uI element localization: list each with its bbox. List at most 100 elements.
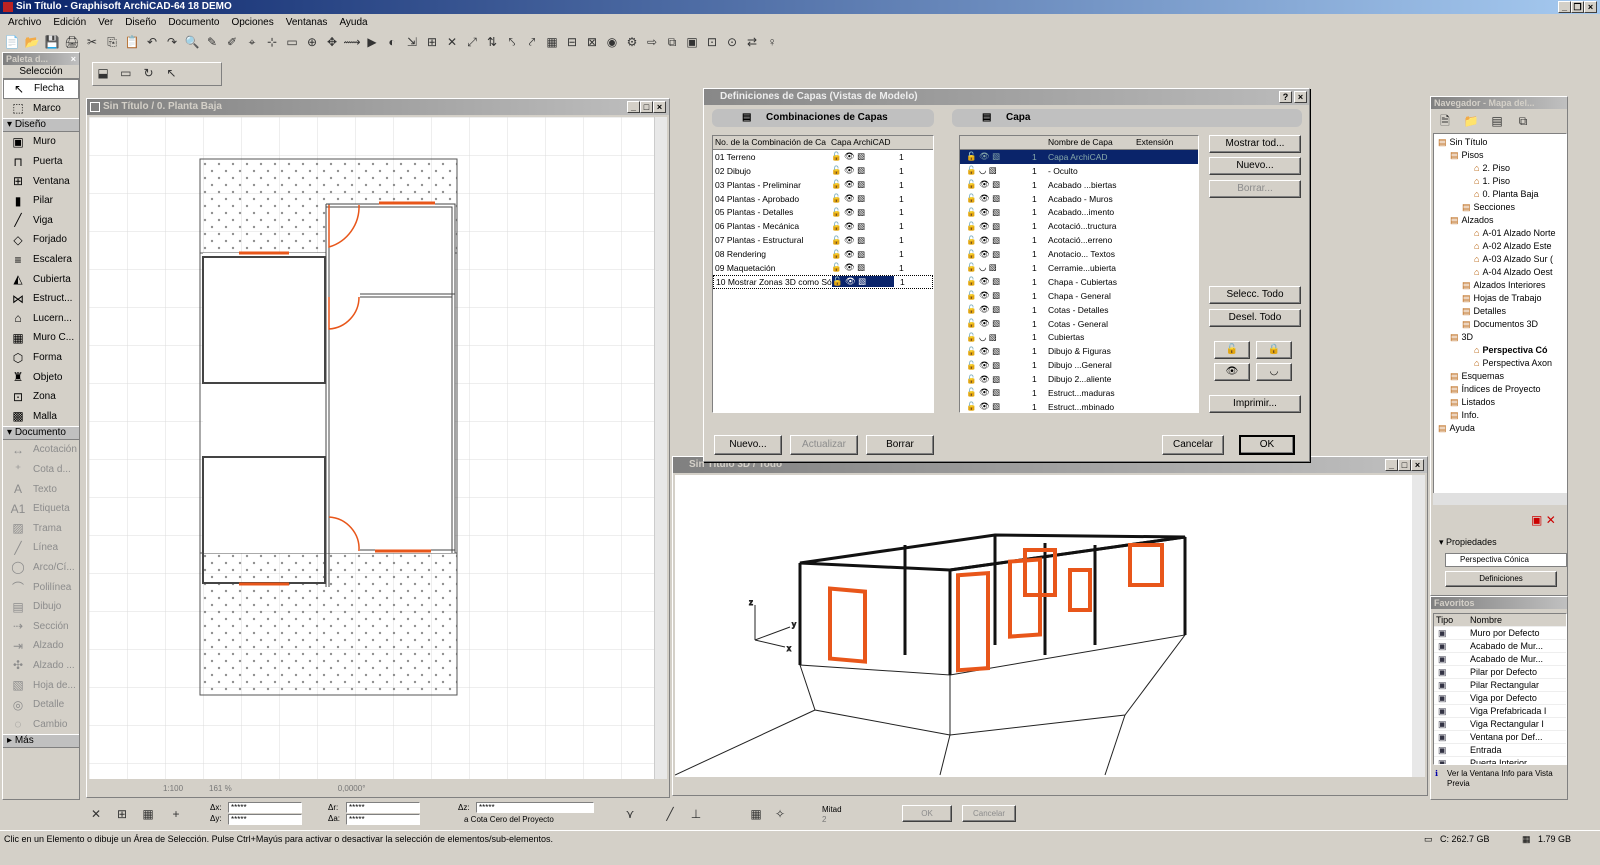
delta-y-field[interactable]: ***** [228, 814, 302, 825]
view3d-close-icon[interactable]: × [1411, 459, 1424, 471]
mitad-value[interactable]: 2 [822, 815, 826, 824]
layer-row[interactable]: 🔓 👁 ▧ 1 Acabado...imento [960, 205, 1198, 219]
lock-open-icon[interactable]: 🔓 [1214, 341, 1250, 359]
pointer-icon[interactable]: ↖ [162, 64, 180, 82]
toolbar-tool-icon-29[interactable]: ⊠ [583, 33, 601, 51]
layer-borrar-button[interactable]: Borrar... [1209, 180, 1301, 198]
toolbar-tool-icon-18[interactable]: ▶ [363, 33, 381, 51]
toolbar-tool-icon-28[interactable]: ⊟ [563, 33, 581, 51]
tool-zona[interactable]: ⊡ Zona [3, 387, 79, 407]
mas-header[interactable]: ▸ Más [3, 734, 79, 748]
toolbar-tool-icon-31[interactable]: ⚙ [623, 33, 641, 51]
toolbar-tool-icon-24[interactable]: ⇅ [483, 33, 501, 51]
special-snap-icon[interactable]: ✧ [771, 805, 789, 823]
layer-row[interactable]: 🔓 👁 ▧ 1 Chapa - General [960, 289, 1198, 303]
favorite-item[interactable]: ▣ Viga por Defecto [1434, 692, 1566, 705]
perpendicular-icon[interactable]: ⊥ [687, 805, 705, 823]
combos-col-name[interactable]: No. de la Combinación de Ca [713, 137, 831, 147]
toolbar-tool-icon-6[interactable]: 📋 [123, 33, 141, 51]
layer-row[interactable]: 🔓 ◡ ▧ 1 Cubiertas [960, 330, 1198, 344]
tree-item[interactable]: ⌂ Perspectiva Axon [1434, 357, 1566, 370]
layer-row[interactable]: 🔓 👁 ▧ 1 Anotacio... Textos [960, 247, 1198, 261]
view3d-canvas[interactable]: z y x [675, 475, 1413, 777]
layers-col-ext[interactable]: Extensión [1136, 137, 1173, 147]
layer-row[interactable]: 🔓 👁 ▧ 1 Acotació...tructura [960, 219, 1198, 233]
tree-item[interactable]: ⌂ A-03 Alzado Sur ( [1434, 253, 1566, 266]
tree-item[interactable]: ⌂ A-04 Alzado Oest [1434, 266, 1566, 279]
tool-detalle[interactable]: ◎ Detalle [3, 695, 79, 715]
combo-row[interactable]: 09 Maquetación 🔓 👁 ▧ 1 [713, 261, 933, 275]
favorite-item[interactable]: ▣ Acabado de Mur... [1434, 640, 1566, 653]
select-all-button[interactable]: Selecc. Todo [1209, 286, 1301, 304]
fav-col-tipo[interactable]: Tipo [1434, 615, 1470, 625]
combo-row[interactable]: 02 Dibujo 🔓 👁 ▧ 1 [713, 164, 933, 178]
menu-documento[interactable]: Documento [162, 15, 225, 31]
delta-x-field[interactable]: ***** [228, 802, 302, 813]
tree-item[interactable]: ▤ Alzados Interiores [1434, 279, 1566, 292]
toolbar-tool-icon-12[interactable]: ⌖ [243, 33, 261, 51]
delta-a-field[interactable]: ***** [346, 814, 420, 825]
new-view-icon[interactable]: ▣ [1531, 513, 1542, 527]
tool-estruct[interactable]: ⋈ Estruct... [3, 289, 79, 309]
favorite-item[interactable]: ▣ Viga Prefabricada I [1434, 705, 1566, 718]
toolbar-tool-icon-9[interactable]: 🔍 [183, 33, 201, 51]
plan-scale[interactable]: 1:100 [163, 784, 183, 793]
combos-col-layer[interactable]: Capa ArchiCAD [831, 137, 891, 147]
toolbar-tool-icon-32[interactable]: ⇨ [643, 33, 661, 51]
toolbar-tool-icon-0[interactable]: 📄 [3, 33, 21, 51]
fav-col-nombre[interactable]: Nombre [1470, 615, 1502, 625]
favorite-item[interactable]: ▣ Entrada [1434, 744, 1566, 757]
view3d-vscroll[interactable] [1412, 475, 1425, 777]
delta-r-field[interactable]: ***** [346, 802, 420, 813]
delta-z-field[interactable]: ***** [476, 802, 594, 813]
layer-row[interactable]: 🔓 👁 ▧ 1 Dibujo 2...aliente [960, 372, 1198, 386]
plan-maximize-icon[interactable]: □ [640, 101, 653, 113]
tool-forjado[interactable]: ◇ Forjado [3, 230, 79, 250]
tool-viga[interactable]: ╱ Viga [3, 211, 79, 231]
grid-snap-icon[interactable]: ⊞ [113, 805, 131, 823]
tool-dibujo[interactable]: ▤ Dibujo [3, 597, 79, 617]
lock-closed-icon[interactable]: 🔒 [1256, 341, 1292, 359]
plan-angle[interactable]: 0,0000° [338, 784, 366, 793]
layout-book-icon[interactable]: ▤ [1488, 112, 1506, 130]
tool-cambio[interactable]: ◌ Cambio [3, 714, 79, 734]
plan-close-icon[interactable]: × [653, 101, 666, 113]
coord-ok-button[interactable]: OK [902, 805, 952, 822]
toolbar-tool-icon-35[interactable]: ⊡ [703, 33, 721, 51]
combo-row[interactable]: 08 Rendering 🔓 👁 ▧ 1 [713, 247, 933, 261]
tool-trama[interactable]: ▨ Trama [3, 518, 79, 538]
combo-row[interactable]: 06 Plantas - Mecánica 🔓 👁 ▧ 1 [713, 219, 933, 233]
plan-minimize-icon[interactable]: _ [627, 101, 640, 113]
layer-row[interactable]: 🔓 👁 ▧ 1 Dibujo ...General [960, 358, 1198, 372]
tree-item[interactable]: ▤ Índices de Proyecto [1434, 383, 1566, 396]
toolbar-tool-icon-37[interactable]: ⇄ [743, 33, 761, 51]
menu-archivo[interactable]: Archivo [2, 15, 47, 31]
tool-etiqueta[interactable]: A1 Etiqueta [3, 499, 79, 519]
palette-close-icon[interactable]: × [71, 53, 76, 65]
favorite-item[interactable]: ▣ Acabado de Mur... [1434, 653, 1566, 666]
combo-row[interactable]: 10 Mostrar Zonas 3D como Só 🔓 👁 ▧ 1 [713, 274, 933, 289]
coord-cancel-button[interactable]: Cancelar [962, 805, 1016, 822]
layer-row[interactable]: 🔓 👁 ▧ 1 Estruct...maduras [960, 386, 1198, 400]
toolbar-tool-icon-23[interactable]: ⤢ [463, 33, 481, 51]
tree-item[interactable]: ▤ Pisos [1434, 149, 1566, 162]
combo-borrar-button[interactable]: Borrar [866, 435, 934, 455]
tool-alzado[interactable]: ✣ Alzado ... [3, 656, 79, 676]
toolbar-tool-icon-7[interactable]: ↶ [143, 33, 161, 51]
layer-row[interactable]: 🔓 👁 ▧ 1 Acabado ...biertas [960, 178, 1198, 192]
toolbar-tool-icon-16[interactable]: ✥ [323, 33, 341, 51]
restore-icon[interactable]: ❐ [1571, 1, 1584, 13]
tree-item[interactable]: ⌂ 2. Piso [1434, 162, 1566, 175]
favorite-item[interactable]: ▣ Ventana por Def... [1434, 731, 1566, 744]
toolbar-tool-icon-10[interactable]: ✎ [203, 33, 221, 51]
combo-actualizar-button[interactable]: Actualizar [790, 435, 858, 455]
toolbar-tool-icon-30[interactable]: ◉ [603, 33, 621, 51]
definiciones-button[interactable]: Definiciones [1445, 571, 1557, 587]
layer-row[interactable]: 🔓 👁 ▧ 1 Dibujo & Figuras [960, 344, 1198, 358]
tree-item[interactable]: ▤ Secciones [1434, 201, 1566, 214]
tree-item[interactable]: ⌂ A-02 Alzado Este [1434, 240, 1566, 253]
tree-item[interactable]: ⌂ 1. Piso [1434, 175, 1566, 188]
tool-hojade[interactable]: ▧ Hoja de... [3, 675, 79, 695]
tool-muro[interactable]: ▣ Muro [3, 132, 79, 152]
grid-mode-icon[interactable]: ▦ [747, 805, 765, 823]
